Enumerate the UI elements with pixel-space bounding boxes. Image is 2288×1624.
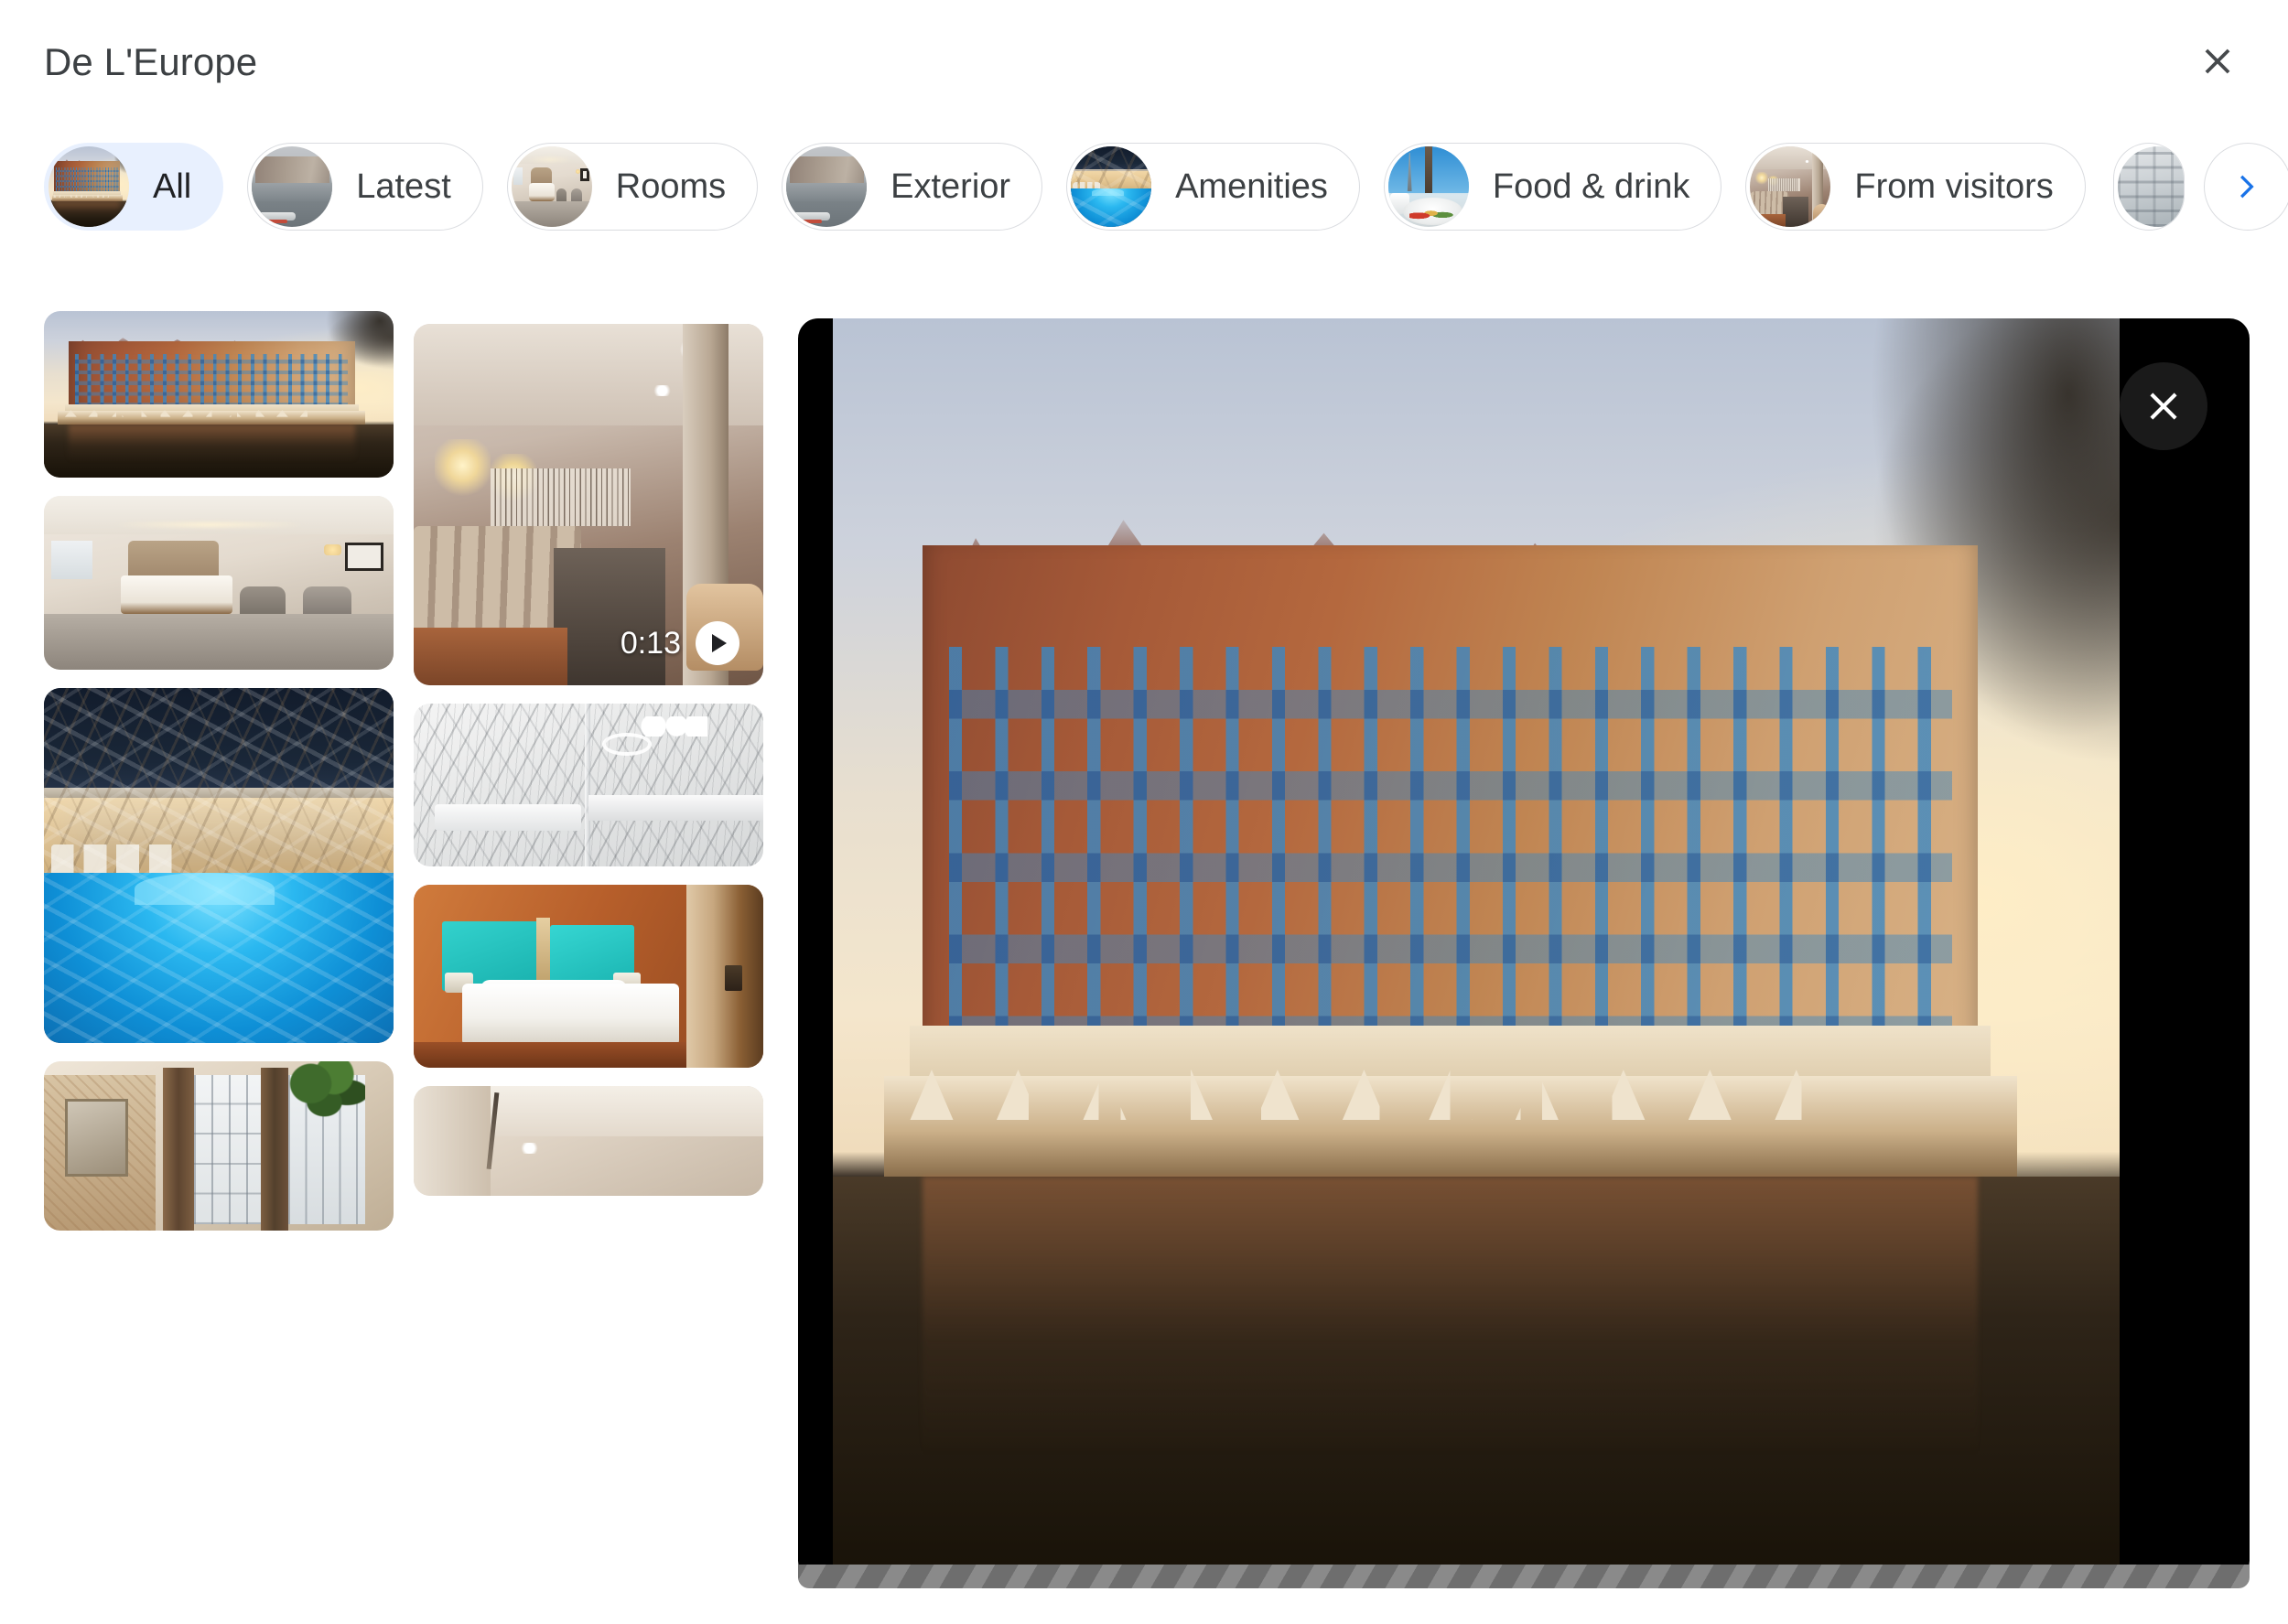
category-chip-bar[interactable]: All Latest Rooms Exterior Amenities Food & dr… [0,143,2288,262]
chip-amenities[interactable]: Amenities [1066,143,1360,231]
chip-from-visitors[interactable]: From visitors [1745,143,2086,231]
chip-thumbnail [252,146,333,227]
chip-exterior[interactable]: Exterior [782,143,1043,231]
thumbnail-lobby-lounge-video[interactable]: 0:13 [414,324,763,685]
exterior-artwork [49,146,129,227]
chevron-right-icon [2239,175,2254,199]
page-title: De L'Europe [44,40,258,83]
photo-grid-column-2: 0:13 [414,324,763,1214]
dialog-header: De L'Europe [0,0,2288,135]
thumbnail-image [414,324,763,685]
canal-artwork [252,146,333,227]
lightbox-close-icon[interactable] [2120,362,2207,450]
suite-artwork [44,496,394,670]
drapes-artwork [44,1061,394,1231]
lightbox-scrollbar[interactable] [798,1565,2250,1588]
corridor-artwork [414,1086,763,1196]
chip-latest[interactable]: Latest [247,143,483,231]
photo-grid[interactable]: 0:13 [44,311,767,1624]
chip-thumbnail [1750,146,1831,227]
chip-thumbnail [49,146,129,227]
close-icon[interactable] [2182,26,2253,97]
canal-artwork [786,146,868,227]
photo-lightbox[interactable] [798,318,2250,1581]
lounge-artwork [1750,146,1831,227]
thumbnail-classic-room-drapes[interactable] [44,1061,394,1231]
chip-thumbnail [786,146,868,227]
chip-thumbnail [511,146,592,227]
thumbnail-image [44,1061,394,1231]
teal-artwork [414,885,763,1068]
thumbnail-image [414,885,763,1068]
chip-all[interactable]: All [44,143,224,231]
chip-rooms[interactable]: Rooms [506,143,759,231]
thumbnail-indoor-swimming-pool[interactable] [44,688,394,1043]
close-glyph [2205,48,2230,74]
chip-food-drink[interactable]: Food & drink [1383,143,1722,231]
pool-artwork [1071,146,1152,227]
photo-grid-column-1 [44,311,394,1249]
thumbnail-deluxe-suite-bedroom[interactable] [44,496,394,670]
thumbnail-turquoise-headboard-room[interactable] [414,885,763,1068]
thumbnail-hotel-exterior-sunset[interactable] [44,311,394,478]
food-artwork [1387,146,1469,227]
bath-artwork [414,704,763,866]
chip-label: Food & drink [1492,167,1690,206]
thumbnail-image [414,704,763,866]
thumbnail-image [44,496,394,670]
chip-label: Amenities [1175,167,1328,206]
lounge-artwork [414,324,763,685]
suite-artwork [511,146,592,227]
close-glyph [2150,393,2177,420]
chip-label: Latest [356,167,451,206]
thumbnail-image [44,688,394,1043]
chip-label: Exterior [890,167,1011,206]
thumbnail-hotel-corridor[interactable] [414,1086,763,1196]
chip-thumbnail-partial [2118,146,2185,227]
chip-label: Rooms [615,167,727,206]
thumbnail-image [414,1086,763,1196]
chip-thumbnail [1071,146,1152,227]
chips-scroll-right-button[interactable] [2203,143,2288,231]
chip-label: All [153,167,192,206]
chip-thumbnail [1387,146,1469,227]
chip-label: From visitors [1854,167,2054,206]
thumbnail-marble-bathroom[interactable] [414,704,763,866]
lightbox-photo[interactable] [833,318,2120,1581]
thumbnail-image [44,311,394,478]
exterior-artwork [44,311,394,478]
chip-partial-next[interactable] [2113,143,2185,231]
pool-artwork [44,688,394,1043]
